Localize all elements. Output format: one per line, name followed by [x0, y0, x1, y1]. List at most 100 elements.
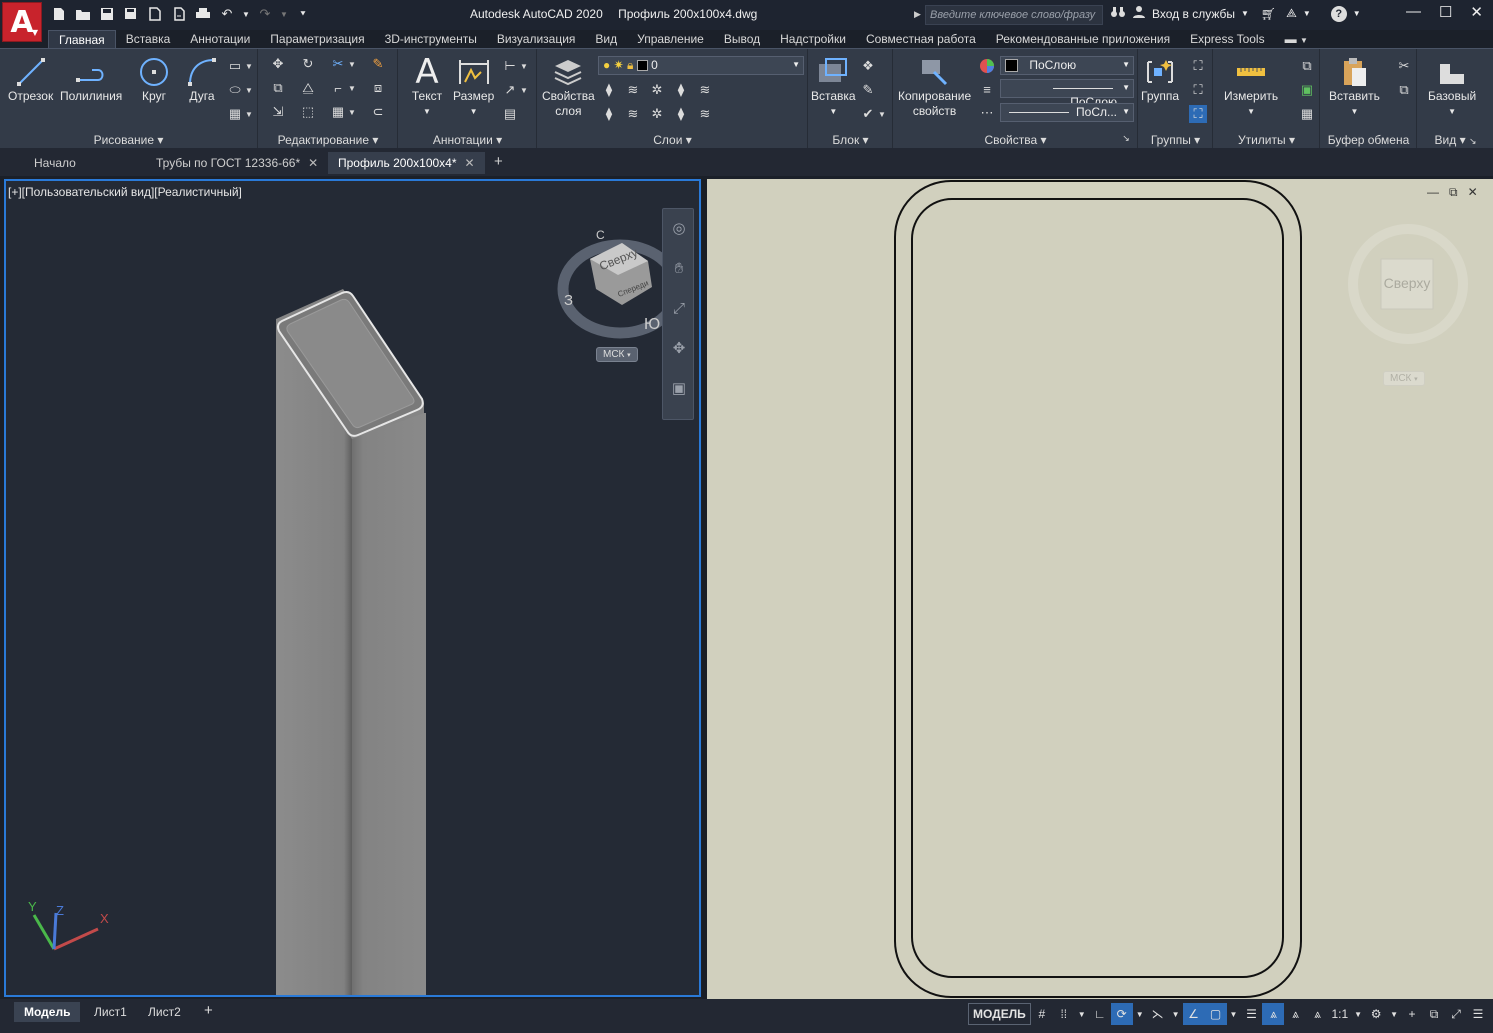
group-edit-icon[interactable]: ⛶: [1189, 81, 1207, 99]
doc-tab-profile[interactable]: Профиль 200x100x4* ✕: [328, 152, 485, 174]
chevron-down-icon[interactable]: ▼: [877, 105, 887, 123]
leader-icon[interactable]: ↗: [501, 81, 519, 99]
move-icon[interactable]: ✥: [269, 55, 287, 73]
rotate-icon[interactable]: ↻: [299, 55, 317, 73]
array-icon[interactable]: ▦: [329, 103, 347, 121]
layer-thaw-icon[interactable]: ✲: [648, 105, 666, 123]
compass-north[interactable]: С: [596, 228, 605, 242]
annotation-scale-value[interactable]: 1:1: [1328, 1003, 1351, 1025]
linetype-dropdown[interactable]: ПоСлою ▼: [1000, 79, 1134, 109]
base-view-tool[interactable]: Базовый ▼: [1428, 55, 1476, 119]
isolate-objects-icon[interactable]: ⧉: [1423, 1003, 1445, 1025]
panel-groups-title[interactable]: Группы ▾: [1139, 133, 1212, 147]
dialog-launcher-icon[interactable]: ↘: [1117, 129, 1135, 147]
panel-draw-title[interactable]: Рисование ▾: [0, 133, 257, 147]
chevron-down-icon[interactable]: ▼: [1227, 1003, 1241, 1025]
compass-west[interactable]: З: [564, 292, 573, 309]
grid-icon[interactable]: #: [1031, 1003, 1053, 1025]
match-layer-icon[interactable]: ≋: [624, 105, 642, 123]
ortho-icon[interactable]: ∟: [1089, 1003, 1111, 1025]
create-block-icon[interactable]: ❖: [859, 57, 877, 75]
undo-icon[interactable]: ↶: [218, 5, 236, 23]
erase-icon[interactable]: ✎: [369, 55, 387, 73]
fullscreen-icon[interactable]: ⤢: [1445, 1003, 1467, 1025]
panel-properties-title[interactable]: Свойства ▾: [894, 133, 1137, 147]
open-folder-icon[interactable]: [74, 5, 92, 23]
tab-3d-tools[interactable]: 3D-инструменты: [375, 30, 487, 48]
sign-in-button[interactable]: Вход в службы: [1152, 7, 1235, 21]
ellipse-icon[interactable]: ⬭: [226, 81, 244, 99]
save-to-web-icon[interactable]: [170, 5, 188, 23]
showmotion-icon[interactable]: ▣: [668, 377, 690, 399]
layout-tab-sheet2[interactable]: Лист2: [138, 1002, 191, 1022]
copy-icon[interactable]: ⧉: [269, 79, 287, 97]
redo-icon[interactable]: ↷: [256, 5, 274, 23]
match-properties-tool[interactable]: Копирование свойств: [898, 55, 971, 119]
cart-icon[interactable]: 🛒︎: [1261, 7, 1276, 21]
add-layout-button[interactable]: +: [194, 1002, 223, 1022]
tab-visualize[interactable]: Визуализация: [487, 30, 586, 48]
circle-tool[interactable]: Круг: [136, 55, 172, 104]
close-icon[interactable]: ✕: [308, 156, 318, 170]
application-menu-button[interactable]: A ▼: [2, 2, 42, 42]
block-attributes-icon[interactable]: ✔: [859, 105, 877, 123]
text-tool[interactable]: A Текст ▼: [409, 55, 445, 119]
ucs-menu-button[interactable]: МСК ▾: [1383, 371, 1425, 386]
copy-clip-icon[interactable]: ⧉: [1395, 81, 1413, 99]
table-icon[interactable]: ▤: [501, 105, 519, 123]
quick-select-icon[interactable]: ⧉: [1298, 57, 1316, 75]
tab-annotate[interactable]: Аннотации: [180, 30, 260, 48]
save-as-icon[interactable]: [122, 5, 140, 23]
scale-icon[interactable]: ⬚: [299, 103, 317, 121]
panel-view-title[interactable]: Вид ▾ ↘: [1418, 133, 1493, 147]
chevron-down-icon[interactable]: ▼: [244, 105, 254, 123]
doc-tab-start[interactable]: Начало: [24, 152, 86, 174]
panel-clipboard-title[interactable]: Буфер обмена: [1321, 133, 1416, 147]
chevron-down-icon[interactable]: ▼: [519, 57, 529, 75]
steering-wheel-icon[interactable]: ◎: [668, 217, 690, 239]
trim-icon[interactable]: ✂: [329, 55, 347, 73]
panel-annotation-title[interactable]: Аннотации ▾: [399, 133, 536, 147]
plot-icon[interactable]: [194, 5, 212, 23]
annotation-visibility-icon[interactable]: ⩓: [1262, 1003, 1285, 1025]
user-icon[interactable]: [1132, 5, 1146, 22]
new-tab-button[interactable]: +: [484, 152, 513, 174]
edit-block-icon[interactable]: ✎: [859, 81, 877, 99]
a360-icon[interactable]: ⟁: [1286, 6, 1297, 21]
close-icon[interactable]: ✕: [1470, 3, 1483, 21]
hatch-icon[interactable]: ▦: [226, 105, 244, 123]
tab-manage[interactable]: Управление: [627, 30, 714, 48]
group-selection-icon[interactable]: ⛶: [1189, 105, 1207, 123]
chevron-down-icon[interactable]: ▼: [1169, 1003, 1183, 1025]
chevron-down-icon[interactable]: ▼: [1133, 1003, 1147, 1025]
zoom-extents-icon[interactable]: ⤢: [668, 297, 690, 319]
panel-layers-title[interactable]: Слои ▾: [538, 133, 807, 147]
stretch-icon[interactable]: ⇲: [269, 103, 287, 121]
isodraft-icon[interactable]: ⋋: [1147, 1003, 1169, 1025]
ribbon-minimize-toggle[interactable]: ▬ ▼: [1275, 30, 1318, 48]
chevron-down-icon[interactable]: ▼: [347, 79, 357, 97]
doc-tab-pipes[interactable]: Трубы по ГОСТ 12336-66* ✕: [146, 152, 328, 174]
chevron-down-icon[interactable]: ▼: [244, 57, 254, 75]
lineweight-display-icon[interactable]: ☰: [1240, 1003, 1262, 1025]
chevron-down-icon[interactable]: ▼: [1303, 9, 1311, 18]
offset-icon[interactable]: ⊂: [369, 103, 387, 121]
binoculars-icon[interactable]: [1110, 5, 1126, 22]
layer-walk-icon[interactable]: ≋: [696, 105, 714, 123]
fillet-icon[interactable]: ⌐: [329, 79, 347, 97]
chevron-down-icon[interactable]: ▼: [1387, 1003, 1401, 1025]
chevron-down-icon[interactable]: ▼: [347, 55, 357, 73]
make-current-icon[interactable]: ⧫: [600, 105, 618, 123]
tab-express-tools[interactable]: Express Tools: [1180, 30, 1274, 48]
auto-scale-icon[interactable]: ⩓: [1284, 1003, 1306, 1025]
minimize-icon[interactable]: —: [1406, 3, 1421, 21]
panel-block-title[interactable]: Блок ▾: [809, 133, 892, 147]
line-tool[interactable]: Отрезок: [8, 55, 53, 104]
polar-icon[interactable]: ⟳: [1110, 1003, 1133, 1025]
object-snap-icon[interactable]: ▢: [1204, 1003, 1227, 1025]
explode-icon[interactable]: ⧈: [369, 79, 387, 97]
search-input[interactable]: Введите ключевое слово/фразу: [925, 5, 1103, 25]
redo-dropdown-icon[interactable]: ▼: [280, 5, 288, 23]
color-dropdown[interactable]: ПоСлою ▼: [1000, 56, 1134, 75]
tab-collaborate[interactable]: Совместная работа: [856, 30, 986, 48]
